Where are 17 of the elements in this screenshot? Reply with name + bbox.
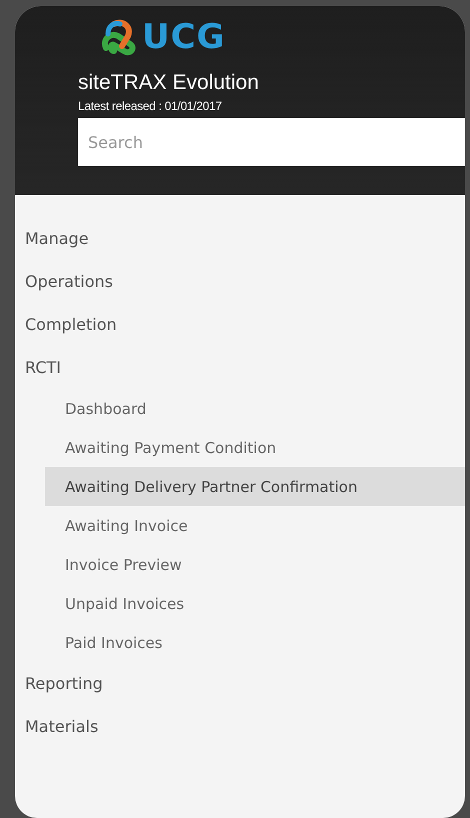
search-field[interactable]: Search (78, 118, 465, 166)
submenu-item[interactable]: Unpaid Invoices (45, 584, 465, 623)
app-title: siteTRAX Evolution (78, 70, 260, 96)
menu-item[interactable]: Materials (15, 705, 465, 748)
menu-item[interactable]: RCTI (15, 346, 465, 389)
menu-item[interactable]: Manage (15, 217, 465, 260)
submenu-item[interactable]: Paid Invoices (45, 623, 465, 662)
submenu-item[interactable]: Dashboard (45, 389, 465, 428)
submenu-item[interactable]: Invoice Preview (45, 545, 465, 584)
submenu-item[interactable]: Awaiting Invoice (45, 506, 465, 545)
menu-item[interactable]: Operations (15, 260, 465, 303)
logo-text: UCG (142, 20, 226, 54)
submenu-item[interactable]: Awaiting Payment Condition (45, 428, 465, 467)
menu-item[interactable]: Completion (15, 303, 465, 346)
menu-item[interactable]: Reporting (15, 662, 465, 705)
submenu-item[interactable]: Awaiting Delivery Partner Confirmation (45, 467, 465, 506)
release-date: Latest released : 01/01/2017 (78, 98, 223, 114)
